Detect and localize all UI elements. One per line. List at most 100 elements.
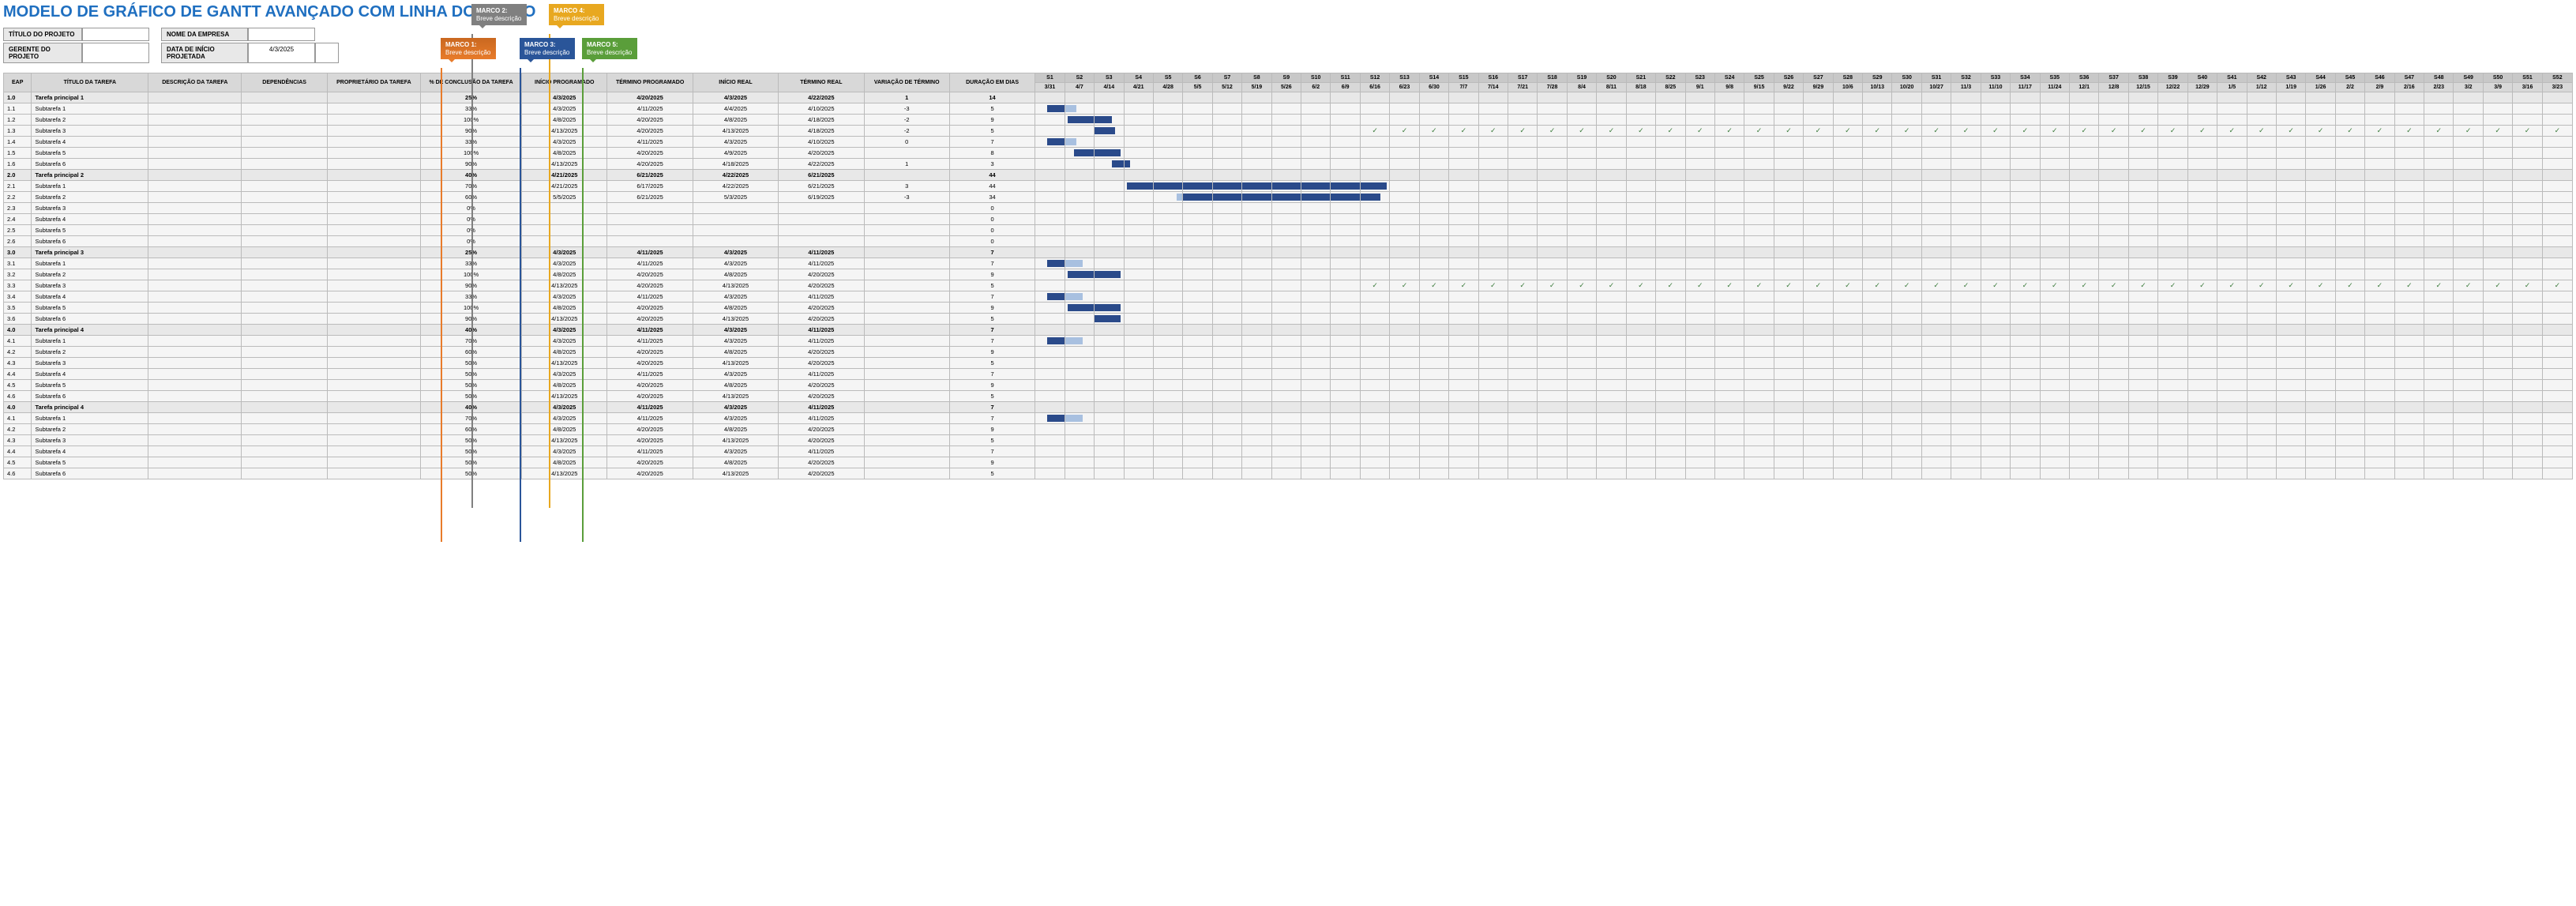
gantt-cell[interactable] [1331,103,1360,115]
gantt-cell[interactable] [1242,92,1271,103]
cell[interactable] [327,347,420,358]
cell[interactable]: 4/13/2025 [522,280,607,291]
gantt-cell[interactable] [2454,115,2483,126]
gantt-cell[interactable] [2040,314,2069,325]
gantt-cell[interactable] [1478,358,1508,369]
gantt-cell[interactable] [2247,236,2276,247]
gantt-cell[interactable] [1124,325,1153,336]
gantt-cell[interactable] [1301,236,1331,247]
gantt-cell[interactable]: ✓ [2542,126,2572,137]
gantt-cell[interactable] [1951,92,1981,103]
gantt-cell[interactable] [2454,314,2483,325]
gantt-cell[interactable] [2542,159,2572,170]
gantt-cell[interactable] [1242,148,1271,159]
table-row[interactable]: 4.3Subtarefa 350%4/13/20254/20/20254/13/… [4,435,2573,446]
cell[interactable]: 4/8/2025 [522,347,607,358]
gantt-cell[interactable] [1360,314,1389,325]
gantt-cell[interactable] [1981,181,2010,192]
gantt-cell[interactable] [2070,214,2099,225]
gantt-cell[interactable] [1271,402,1301,413]
gantt-cell[interactable] [2454,170,2483,181]
gantt-cell[interactable] [1508,247,1537,258]
gantt-cell[interactable] [2247,325,2276,336]
gantt-cell[interactable] [1567,137,1596,148]
cell[interactable] [242,92,327,103]
gantt-cell[interactable] [2099,214,2128,225]
gantt-cell[interactable] [1863,391,1892,402]
gantt-cell[interactable] [1035,325,1065,336]
gantt-cell[interactable] [1183,303,1212,314]
table-row[interactable]: 4.5Subtarefa 550%4/8/20254/20/20254/8/20… [4,457,2573,468]
gantt-cell[interactable] [2306,236,2335,247]
gantt-cell[interactable] [1538,103,1567,115]
gantt-cell[interactable] [1124,280,1153,291]
gantt-cell[interactable] [1065,115,1094,126]
gantt-cell[interactable] [2276,159,2305,170]
gantt-cell[interactable] [2276,391,2305,402]
gantt-cell[interactable] [1597,225,1626,236]
gantt-cell[interactable] [1478,92,1508,103]
cell[interactable] [242,303,327,314]
cell[interactable] [327,148,420,159]
gantt-cell[interactable] [1951,358,1981,369]
cell[interactable]: 2.3 [4,203,32,214]
gantt-cell[interactable] [1153,192,1182,203]
gantt-cell[interactable] [1035,369,1065,380]
gantt-cell[interactable] [2247,115,2276,126]
cell[interactable] [607,225,693,236]
gantt-cell[interactable] [2394,115,2424,126]
gantt-cell[interactable] [1538,314,1567,325]
gantt-cell[interactable] [2158,446,2187,457]
gantt-cell[interactable] [1626,103,1655,115]
gantt-cell[interactable] [1360,269,1389,280]
gantt-cell[interactable] [2513,446,2542,457]
gantt-cell[interactable] [2483,446,2512,457]
cell[interactable]: 4/13/2025 [693,435,778,446]
gantt-cell[interactable] [2306,137,2335,148]
gantt-cell[interactable] [1153,225,1182,236]
gantt-cell[interactable] [2542,325,2572,336]
gantt-cell[interactable] [2040,358,2069,369]
gantt-cell[interactable] [2276,314,2305,325]
cell[interactable]: 4/10/2025 [779,137,864,148]
gantt-cell[interactable]: ✓ [2217,280,2247,291]
cell[interactable]: 4/8/2025 [693,269,778,280]
gantt-cell[interactable] [1921,457,1951,468]
gantt-cell[interactable] [2187,225,2217,236]
gantt-cell[interactable] [1360,148,1389,159]
cell[interactable] [864,424,949,435]
gantt-cell[interactable] [1124,203,1153,214]
gantt-cell[interactable] [1212,325,1241,336]
gantt-cell[interactable] [1656,225,1685,236]
gantt-cell[interactable] [2424,203,2454,214]
gantt-cell[interactable] [1360,236,1389,247]
gantt-cell[interactable]: ✓ [1833,126,1862,137]
cell[interactable]: 1 [864,159,949,170]
gantt-cell[interactable] [1183,325,1212,336]
gantt-cell[interactable] [1567,214,1596,225]
gantt-cell[interactable] [1538,181,1567,192]
gantt-cell[interactable] [1774,391,1803,402]
gantt-cell[interactable] [1833,380,1862,391]
cell[interactable] [148,358,242,369]
cell[interactable]: Subtarefa 1 [32,413,148,424]
gantt-cell[interactable] [2483,369,2512,380]
gantt-cell[interactable] [2247,103,2276,115]
gantt-cell[interactable] [1242,280,1271,291]
gantt-cell[interactable] [2424,347,2454,358]
cell[interactable]: 0 [949,225,1035,236]
gantt-cell[interactable] [1095,358,1124,369]
gantt-cell[interactable] [1153,413,1182,424]
cell[interactable] [327,203,420,214]
gantt-cell[interactable] [2040,391,2069,402]
gantt-cell[interactable] [1508,236,1537,247]
gantt-cell[interactable]: ✓ [1685,280,1714,291]
gantt-cell[interactable] [1124,303,1153,314]
gantt-cell[interactable] [1508,303,1537,314]
gantt-cell[interactable] [2099,358,2128,369]
gantt-cell[interactable] [1892,380,1921,391]
gantt-cell[interactable] [2217,103,2247,115]
cell[interactable]: 4.3 [4,435,32,446]
gantt-cell[interactable] [1863,214,1892,225]
gantt-cell[interactable] [2513,314,2542,325]
